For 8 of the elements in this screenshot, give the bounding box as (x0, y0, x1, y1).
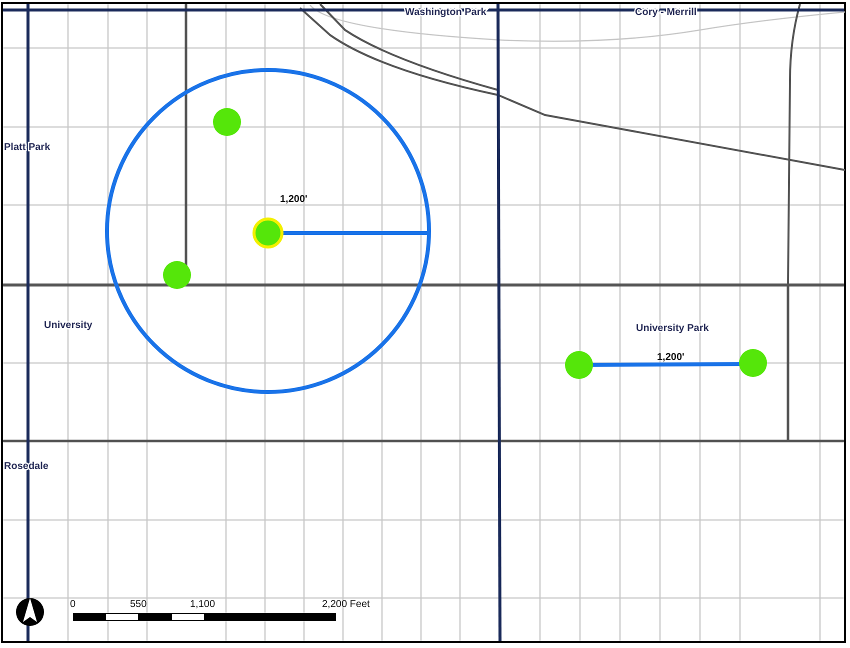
scale-label: 2,200 Feet (322, 599, 370, 610)
scale-label: 0 (70, 599, 76, 610)
neighborhood-label: University (44, 320, 92, 331)
distance-label: 1,200' (280, 194, 308, 205)
distance-label: 1,200' (657, 352, 684, 363)
scale-label: 1,100 (190, 599, 216, 610)
scale-label: 550 (130, 599, 147, 610)
neighborhood-label: University Park (636, 323, 709, 334)
